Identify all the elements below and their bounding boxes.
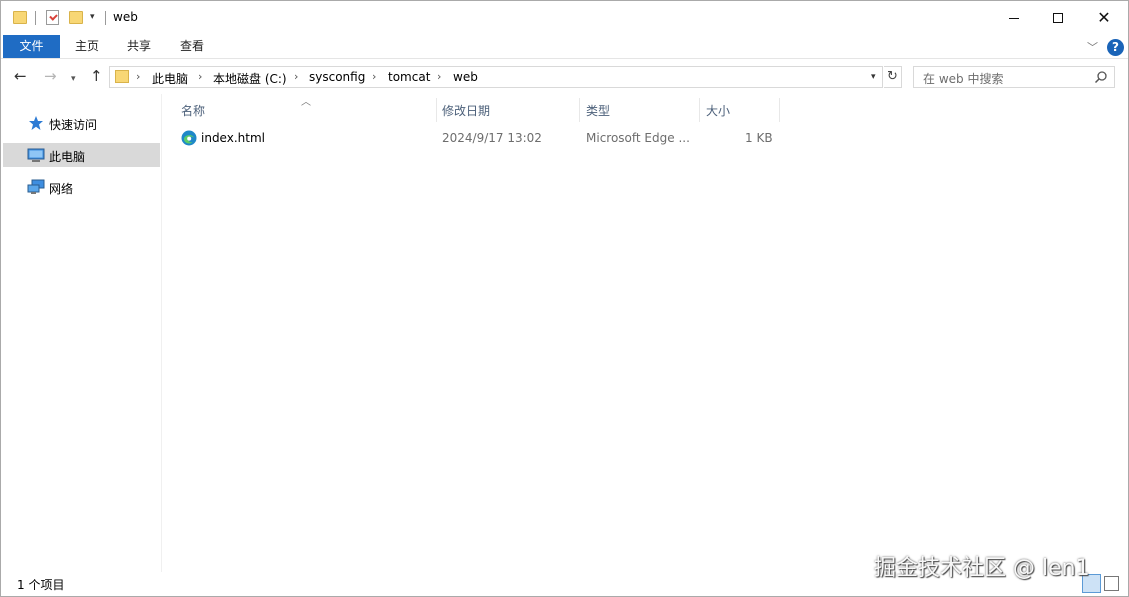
help-icon[interactable]: ? xyxy=(1107,39,1124,56)
file-explorer-window: ▾ web ✕ 文件 主页 共享 查看 ﹀ ? ← → ▾ ↑ › 此电脑 › … xyxy=(0,0,1129,597)
folder-icon xyxy=(115,70,129,83)
maximize-icon xyxy=(1053,13,1063,23)
file-size: 1 KB xyxy=(745,131,773,145)
breadcrumb-chevron-icon[interactable]: › xyxy=(136,70,140,83)
up-arrow-icon[interactable]: ↑ xyxy=(90,68,103,84)
sidebar-item-quick-access[interactable]: 快速访问 xyxy=(3,111,160,135)
tab-file[interactable]: 文件 xyxy=(3,35,60,58)
navigation-pane: 快速访问 此电脑 网络 xyxy=(1,94,162,572)
search-input[interactable]: 在 web 中搜索 xyxy=(913,66,1115,88)
search-icon[interactable] xyxy=(1094,70,1108,84)
column-header-name[interactable]: 名称 xyxy=(175,98,437,122)
breadcrumb-chevron-icon[interactable]: › xyxy=(437,70,441,83)
column-header-label: 类型 xyxy=(586,104,611,118)
file-type: Microsoft Edge ... xyxy=(586,131,690,145)
expand-ribbon-chevron-icon[interactable]: ﹀ xyxy=(1087,39,1098,55)
properties-icon[interactable] xyxy=(46,10,59,25)
navigation-bar: ← → ▾ ↑ › 此电脑 › 本地磁盘 (C:) › sysconfig › … xyxy=(1,60,1128,94)
breadcrumb-tomcat[interactable]: tomcat xyxy=(388,70,430,84)
column-header-size[interactable]: 大小 xyxy=(700,98,780,122)
column-header-modified[interactable]: 修改日期 xyxy=(436,98,580,122)
watermark-text: 掘金技术社区 @ len1 xyxy=(874,556,1090,581)
search-placeholder: 在 web 中搜索 xyxy=(923,72,1004,86)
file-modified: 2024/9/17 13:02 xyxy=(442,131,542,145)
large-icons-view-icon[interactable] xyxy=(1104,576,1119,591)
tab-view[interactable]: 查看 xyxy=(165,35,219,58)
back-arrow-icon[interactable]: ← xyxy=(14,68,27,84)
breadcrumb-local-disk[interactable]: 本地磁盘 (C:) xyxy=(213,70,287,87)
close-button[interactable]: ✕ xyxy=(1081,1,1127,35)
toolbar-separator xyxy=(105,11,106,25)
sidebar-item-label: 网络 xyxy=(49,182,74,196)
ribbon-tabs: 文件 主页 共享 查看 ﹀ ? xyxy=(1,35,1128,59)
column-header-label: 大小 xyxy=(706,104,731,118)
folder-icon xyxy=(13,11,27,24)
breadcrumb-sysconfig[interactable]: sysconfig xyxy=(309,70,365,84)
breadcrumb-chevron-icon[interactable]: › xyxy=(198,70,202,83)
sidebar-item-label: 快速访问 xyxy=(49,118,98,132)
network-icon xyxy=(27,179,45,194)
sidebar-item-this-pc[interactable]: 此电脑 xyxy=(3,143,160,167)
computer-icon xyxy=(27,148,45,162)
star-icon xyxy=(29,116,43,130)
forward-arrow-icon[interactable]: → xyxy=(44,68,57,84)
refresh-icon[interactable]: ↻ xyxy=(884,66,902,88)
breadcrumb-this-pc[interactable]: 此电脑 xyxy=(152,70,188,87)
sidebar-item-network[interactable]: 网络 xyxy=(3,175,160,199)
tab-home[interactable]: 主页 xyxy=(61,35,113,58)
column-header-type[interactable]: 类型 xyxy=(580,98,700,122)
maximize-button[interactable] xyxy=(1035,1,1081,35)
window-title: web xyxy=(113,10,138,24)
minimize-icon xyxy=(1009,17,1019,19)
new-folder-icon[interactable] xyxy=(69,11,83,24)
file-name[interactable]: index.html xyxy=(201,131,265,145)
customize-quick-access-button[interactable]: ▾ xyxy=(90,12,95,22)
close-icon: ✕ xyxy=(1097,8,1111,27)
minimize-button[interactable] xyxy=(991,1,1037,35)
breadcrumb-chevron-icon[interactable]: › xyxy=(294,70,298,83)
file-list: ︿ 名称 修改日期 类型 大小 index.html 2024/9/17 13:… xyxy=(163,94,1128,572)
file-row[interactable]: index.html 2024/9/17 13:02 Microsoft Edg… xyxy=(163,127,781,149)
recent-locations-chevron-icon[interactable]: ▾ xyxy=(71,71,76,87)
title-bar: ▾ web ✕ xyxy=(1,1,1128,35)
toolbar-separator xyxy=(35,11,36,25)
column-header-label: 名称 xyxy=(181,104,206,118)
tab-share[interactable]: 共享 xyxy=(113,35,165,58)
breadcrumb-web[interactable]: web xyxy=(453,70,478,84)
edge-icon xyxy=(181,130,197,146)
address-bar[interactable]: › 此电脑 › 本地磁盘 (C:) › sysconfig › tomcat ›… xyxy=(109,66,883,88)
address-history-dropdown-icon[interactable]: ▾ xyxy=(871,72,876,82)
sidebar-item-label: 此电脑 xyxy=(49,150,86,164)
item-count: 1 个项目 xyxy=(17,578,65,592)
breadcrumb-chevron-icon[interactable]: › xyxy=(372,70,376,83)
column-header-label: 修改日期 xyxy=(442,104,491,118)
